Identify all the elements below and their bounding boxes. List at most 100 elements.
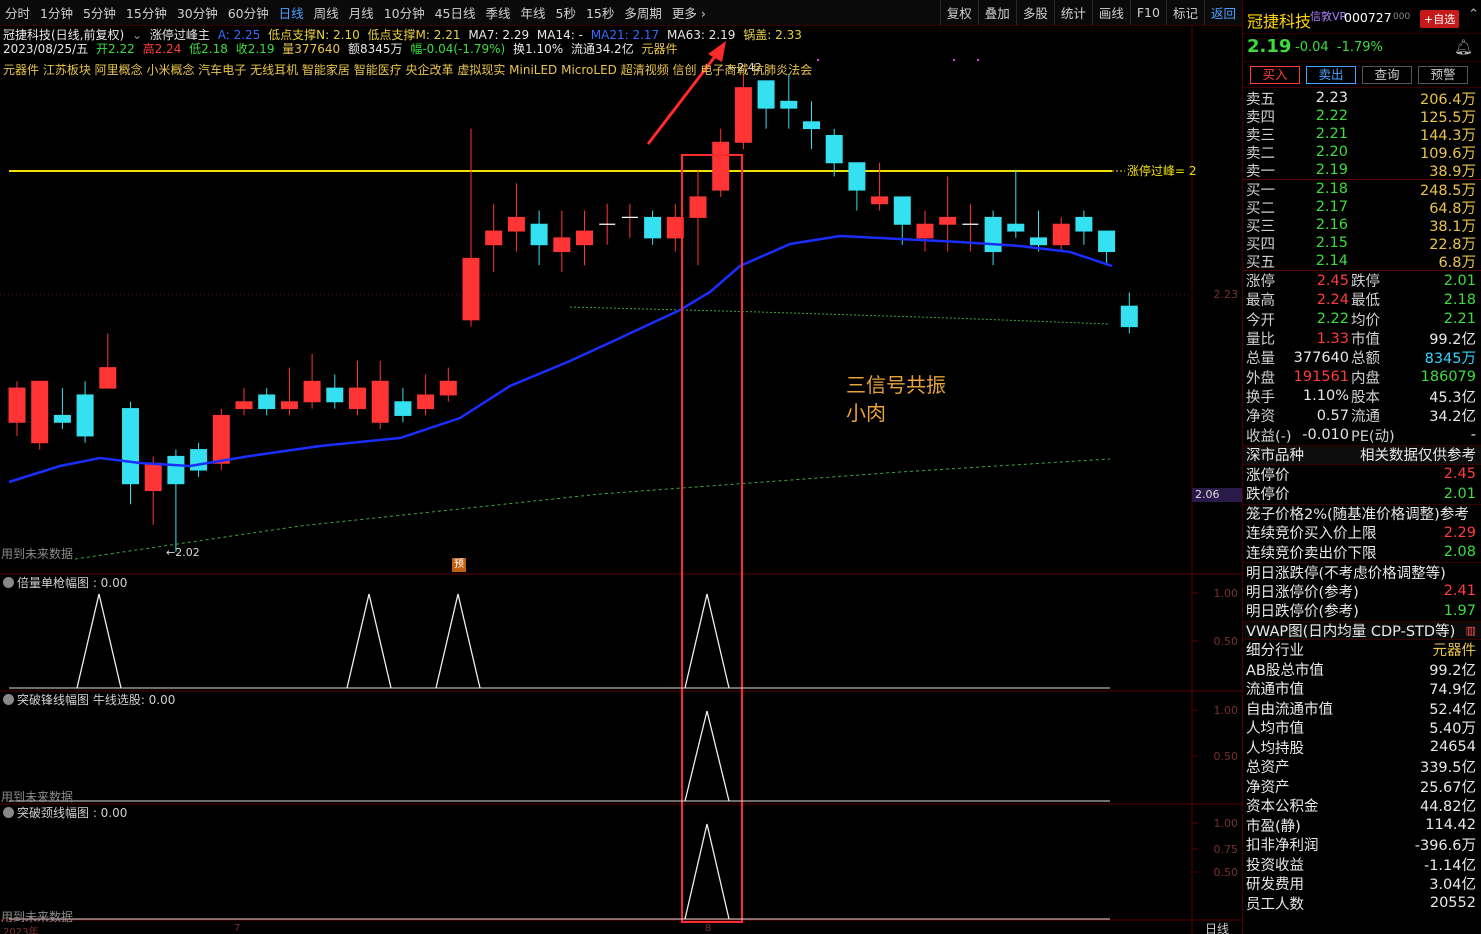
order-book-row[interactable]: 卖四 2.22 125.5万	[1243, 107, 1481, 126]
stat-row: 总量 377640 总额 8345万	[1243, 348, 1481, 368]
toolbar-action[interactable]: 叠加	[977, 0, 1016, 25]
trade-buttons: 买入 卖出 查询 预警	[1243, 62, 1481, 88]
info-key: 总资产	[1246, 760, 1290, 777]
info-key: 资本公积金	[1246, 799, 1319, 816]
sell-button[interactable]: 卖出	[1306, 65, 1356, 84]
info-key: 投资收益	[1246, 857, 1304, 874]
collapse-icon[interactable]	[3, 807, 14, 818]
info-value: 5.40万	[1429, 721, 1476, 738]
period-tab[interactable]: 10分钟	[379, 0, 430, 25]
stat-label: 总量	[1246, 351, 1275, 368]
order-book-row[interactable]: 卖二 2.20 109.6万	[1243, 143, 1481, 162]
candle-body	[31, 380, 49, 444]
toolbar-action[interactable]: 画线	[1091, 0, 1130, 25]
period-tab[interactable]: 15分钟	[121, 0, 172, 25]
stat-value: 2.24	[1316, 291, 1349, 308]
panel-2-title[interactable]: 突破锋线幅图 牛线选股: 0.00	[3, 691, 175, 708]
order-book-row[interactable]: 卖一 2.19 38.9万	[1243, 161, 1481, 180]
stat-value-2: -	[1470, 427, 1476, 444]
concept-tags[interactable]: 元器件 江苏板块 阿里概念 小米概念 汽车电子 无线耳机 智能家居 智能医疗 央…	[3, 61, 812, 78]
period-tab[interactable]: 30分钟	[172, 0, 223, 25]
info-value: 2.29	[1443, 524, 1476, 541]
price-summary: 2.19 -0.04 -1.79% 🔔︎	[1243, 34, 1481, 62]
toolbar-action[interactable]: 标记	[1165, 0, 1204, 25]
info-row: 净资产 25.67亿	[1243, 777, 1481, 797]
stat-row: 最高 2.24 最低 2.18	[1243, 290, 1481, 310]
ma21-line	[8, 234, 1113, 484]
stat-value-2: 2.18	[1443, 291, 1476, 308]
stat-label-2: 市值	[1351, 332, 1380, 349]
period-tab[interactable]: 月线	[344, 0, 379, 25]
buy-button[interactable]: 买入	[1250, 65, 1300, 84]
period-tab[interactable]: 年线	[516, 0, 551, 25]
stat-label-2: 流通	[1351, 409, 1380, 426]
order-book-row[interactable]: 买四 2.15 22.8万	[1243, 234, 1481, 253]
vwap-link[interactable]: VWAP图(日内均量 CDP-STD等) ▥	[1243, 620, 1481, 641]
pre-badge[interactable]: 预	[452, 558, 466, 572]
order-book-row[interactable]: 买三 2.16 38.1万	[1243, 216, 1481, 235]
info-key: 人均持股	[1246, 740, 1304, 757]
time-axis-year: 2023年	[3, 927, 39, 934]
kline-chart-area[interactable]: 涨停过峰= 2 ←2.42 ←2.02 冠捷科技(日线,前复权) ⌄ 涨停过峰主 A…	[0, 26, 1242, 934]
candle-body	[144, 462, 162, 492]
order-book-row[interactable]: 买一 2.18 248.5万	[1243, 180, 1481, 199]
stat-row: 外盘 191561 内盘 186079	[1243, 367, 1481, 387]
candle-body	[712, 141, 730, 191]
collapse-icon[interactable]	[3, 577, 14, 588]
panel-2-axis-top: 1.00	[1213, 704, 1239, 717]
order-book-row[interactable]: 卖三 2.21 144.3万	[1243, 125, 1481, 144]
panel-3-title[interactable]: 突破颈线幅图 : 0.00	[3, 804, 127, 821]
bell-icon[interactable]: 🔔︎	[1454, 38, 1473, 56]
candle-body	[916, 223, 934, 239]
period-tab[interactable]: 分时	[0, 0, 35, 25]
panel-3-axis-low: 0.50	[1213, 866, 1239, 879]
candle-body	[1030, 237, 1047, 246]
query-button[interactable]: 查询	[1362, 65, 1412, 84]
period-tab[interactable]: 5分钟	[78, 0, 121, 25]
future-data-label: 用到未来数据	[1, 547, 74, 561]
period-tab[interactable]: 更多 ›	[667, 0, 711, 25]
order-book-row[interactable]: 买二 2.17 64.8万	[1243, 198, 1481, 217]
period-tab[interactable]: 45日线	[430, 0, 481, 25]
period-tab[interactable]: 60分钟	[223, 0, 274, 25]
candle-body	[576, 230, 593, 246]
period-tab[interactable]: 多周期	[619, 0, 667, 25]
period-tab[interactable]: 1分钟	[35, 0, 78, 25]
toolbar-action[interactable]: 复权	[939, 0, 978, 25]
info-value: -1.14亿	[1423, 857, 1476, 874]
level-label: 卖一	[1246, 163, 1275, 180]
market-section-header[interactable]: 深市品种 相关数据仅供参考	[1243, 444, 1481, 465]
kline-chart-svg[interactable]: 涨停过峰= 2←2.42←2.02	[0, 26, 1242, 934]
period-tab[interactable]: 5秒	[551, 0, 581, 25]
toolbar-action[interactable]: 多股	[1015, 0, 1054, 25]
level-price: 2.20	[1315, 144, 1348, 160]
signal-dot	[817, 59, 819, 61]
candle-body	[553, 237, 571, 253]
order-book-row[interactable]: 买五 2.14 6.8万	[1243, 252, 1481, 271]
panel-1-title[interactable]: 倍量单枪幅图 : 0.00	[3, 574, 127, 591]
level-price: 2.18	[1315, 181, 1348, 197]
toolbar-action[interactable]: 返回	[1203, 0, 1242, 25]
info-key: 明日跌停价(参考)	[1246, 604, 1359, 621]
add-watchlist-button[interactable]: +自选	[1420, 10, 1460, 28]
candle-body	[825, 134, 843, 164]
panel-1-axis-top: 1.00	[1213, 587, 1239, 600]
info-row: 研发费用 3.04亿	[1243, 874, 1481, 894]
period-tab[interactable]: 周线	[309, 0, 344, 25]
close-icon[interactable]: ⌃	[1468, 7, 1479, 22]
panel-3-label: 突破颈线幅图 : 0.00	[17, 806, 128, 820]
market-type: 深市品种	[1246, 448, 1304, 465]
candle-body	[1098, 230, 1116, 253]
period-tab[interactable]: 15秒	[581, 0, 619, 25]
alert-button[interactable]: 预警	[1418, 65, 1468, 84]
toolbar-action[interactable]: 统计	[1053, 0, 1092, 25]
period-tab[interactable]: 季线	[481, 0, 516, 25]
collapse-icon[interactable]	[3, 694, 14, 705]
stat-value-2: 34.2亿	[1429, 409, 1476, 426]
order-book-row[interactable]: 卖五 2.23 206.4万	[1243, 89, 1481, 108]
period-indicator[interactable]: 日线	[1205, 920, 1229, 934]
stock-tag[interactable]: 信敦VR	[1310, 8, 1347, 24]
price-axis-marker: 2.06	[1192, 488, 1242, 502]
period-tab[interactable]: 日线	[274, 0, 309, 25]
toolbar-action[interactable]: F10	[1129, 0, 1166, 25]
